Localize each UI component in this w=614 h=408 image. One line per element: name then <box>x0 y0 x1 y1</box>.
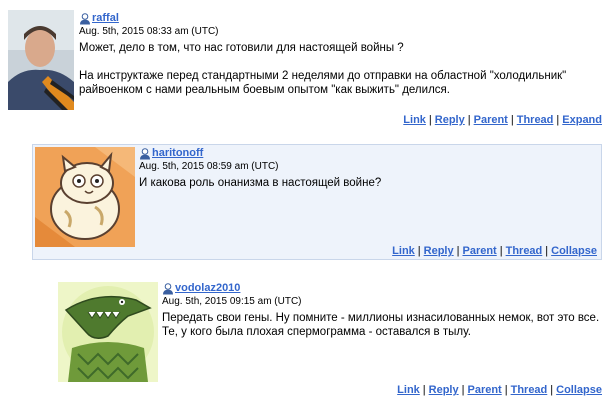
user-icon[interactable] <box>79 12 91 25</box>
comment-actions: Link | Reply | Parent | Thread | Expand <box>403 114 602 126</box>
thread-action[interactable]: Thread <box>506 245 543 257</box>
link-action[interactable]: Link <box>397 384 420 396</box>
expand-action[interactable]: Expand <box>562 114 602 126</box>
reply-action[interactable]: Reply <box>429 384 459 396</box>
parent-action[interactable]: Parent <box>474 114 508 126</box>
user-line: raffal <box>79 12 602 25</box>
avatar[interactable] <box>58 282 158 382</box>
username-link[interactable]: haritonoff <box>152 147 203 160</box>
reply-action[interactable]: Reply <box>435 114 465 126</box>
collapse-action[interactable]: Collapse <box>556 384 602 396</box>
parent-action[interactable]: Parent <box>467 384 501 396</box>
link-action[interactable]: Link <box>392 245 415 257</box>
avatar[interactable] <box>35 147 135 247</box>
user-icon[interactable] <box>139 147 151 160</box>
user-icon[interactable] <box>162 282 174 295</box>
user-line: haritonoff <box>139 147 601 160</box>
comment-date: Aug. 5th, 2015 08:59 am (UTC) <box>139 161 279 172</box>
comment-2: haritonoff Aug. 5th, 2015 08:59 am (UTC)… <box>32 144 602 260</box>
link-action[interactable]: Link <box>403 114 426 126</box>
username-link[interactable]: raffal <box>92 12 119 25</box>
thread-action[interactable]: Thread <box>511 384 548 396</box>
comment-text: Передать свои гены. Ну помните - миллион… <box>162 312 603 338</box>
comment-body: vodolaz2010 Aug. 5th, 2015 09:15 am (UTC… <box>162 282 602 339</box>
avatar[interactable] <box>8 10 74 110</box>
collapse-action[interactable]: Collapse <box>551 245 597 257</box>
comment-actions: Link | Reply | Parent | Thread | Collapse <box>397 384 602 396</box>
thread-action[interactable]: Thread <box>517 114 554 126</box>
username-link[interactable]: vodolaz2010 <box>175 282 240 295</box>
comment-body: raffal Aug. 5th, 2015 08:33 am (UTC) Мож… <box>79 12 602 97</box>
comment-date: Aug. 5th, 2015 08:33 am (UTC) <box>79 26 219 37</box>
user-line: vodolaz2010 <box>162 282 602 295</box>
comment-actions: Link | Reply | Parent | Thread | Collapse <box>392 245 597 257</box>
reply-action[interactable]: Reply <box>424 245 454 257</box>
comment-text: Может, дело в том, что нас готовили для … <box>79 42 567 96</box>
parent-action[interactable]: Parent <box>462 245 496 257</box>
comment-date: Aug. 5th, 2015 09:15 am (UTC) <box>162 296 302 307</box>
comment-1: raffal Aug. 5th, 2015 08:33 am (UTC) Мож… <box>6 8 602 130</box>
comment-3: vodolaz2010 Aug. 5th, 2015 09:15 am (UTC… <box>56 280 602 396</box>
comment-text: И какова роль онанизма в настоящей войне… <box>139 177 382 189</box>
comment-body: haritonoff Aug. 5th, 2015 08:59 am (UTC)… <box>139 147 601 190</box>
